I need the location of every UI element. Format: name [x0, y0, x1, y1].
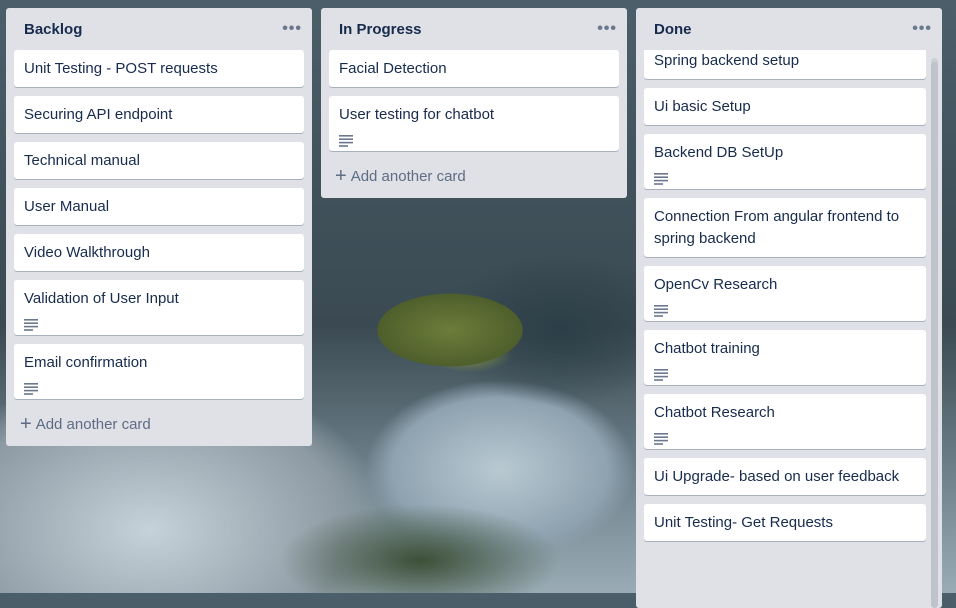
card[interactable]: Chatbot Research — [644, 394, 926, 449]
card[interactable]: Technical manual — [14, 142, 304, 179]
card[interactable]: User Manual — [14, 188, 304, 225]
card[interactable]: Facial Detection — [329, 50, 619, 87]
add-card-button[interactable]: + Add another card — [6, 408, 312, 446]
list-title[interactable]: Backlog — [24, 21, 82, 38]
description-icon — [654, 170, 668, 185]
card-title: Chatbot Research — [654, 404, 775, 421]
card[interactable]: Connection From angular frontend to spri… — [644, 198, 926, 257]
card-scroll-area[interactable]: Spring backend setup Ui basic Setup Backen… — [636, 50, 942, 608]
card-title: Email confirmation — [24, 354, 148, 371]
card[interactable]: OpenCv Research — [644, 266, 926, 321]
list-header: Done ••• — [636, 8, 942, 50]
plus-icon: + — [335, 165, 347, 187]
list-title[interactable]: In Progress — [339, 21, 422, 38]
add-card-label: Add another card — [35, 415, 151, 433]
card-title: User Manual — [24, 198, 110, 215]
description-icon — [654, 366, 668, 381]
list-header: In Progress ••• — [321, 8, 627, 50]
list-done: Done ••• Spring backend setup Ui basic Se… — [636, 8, 942, 608]
card[interactable]: Unit Testing - POST requests — [14, 50, 304, 87]
card[interactable]: Video Walkthrough — [14, 234, 304, 271]
card-title: Technical manual — [24, 152, 140, 169]
description-icon — [24, 316, 38, 331]
card-list: Facial Detection User testing for chatbot — [321, 50, 627, 151]
card[interactable]: Chatbot training — [644, 330, 926, 385]
card[interactable]: Ui basic Setup — [644, 88, 926, 125]
description-icon — [654, 302, 668, 317]
card-title: Unit Testing - POST requests — [24, 60, 218, 77]
list-backlog: Backlog ••• Unit Testing - POST requests… — [6, 8, 312, 446]
plus-icon: + — [20, 413, 32, 435]
card-title: Spring backend setup — [654, 52, 800, 69]
card[interactable]: Ui Upgrade- based on user feedback — [644, 458, 926, 495]
card-title: User testing for chatbot — [339, 106, 495, 123]
scrollbar[interactable] — [931, 58, 938, 608]
card-title: Video Walkthrough — [24, 244, 150, 261]
card[interactable]: Validation of User Input — [14, 280, 304, 335]
more-icon[interactable]: ••• — [912, 20, 932, 38]
list-title[interactable]: Done — [654, 21, 692, 38]
add-card-button[interactable]: + Add another card — [321, 160, 627, 198]
card-title: Unit Testing- Get Requests — [654, 514, 833, 531]
card-title: Ui Upgrade- based on user feedback — [654, 468, 900, 485]
list-in-progress: In Progress ••• Facial Detection User tes… — [321, 8, 627, 198]
card-title: Connection From angular frontend to spri… — [654, 208, 900, 247]
card-title: OpenCv Research — [654, 276, 778, 293]
list-header: Backlog ••• — [6, 8, 312, 50]
card[interactable]: Unit Testing- Get Requests — [644, 504, 926, 541]
description-icon — [654, 430, 668, 445]
card-title: Chatbot training — [654, 340, 760, 357]
card[interactable]: User testing for chatbot — [329, 96, 619, 151]
card[interactable]: Email confirmation — [14, 344, 304, 399]
card-title: Facial Detection — [339, 60, 447, 77]
add-card-label: Add another card — [350, 167, 466, 185]
card-title: Securing API endpoint — [24, 106, 173, 123]
card-list: Unit Testing - POST requests Securing API… — [6, 50, 312, 399]
card[interactable]: Spring backend setup — [644, 50, 926, 79]
card[interactable]: Securing API endpoint — [14, 96, 304, 133]
more-icon[interactable]: ••• — [282, 20, 302, 38]
description-icon — [24, 380, 38, 395]
description-icon — [339, 132, 353, 147]
card[interactable]: Backend DB SetUp — [644, 134, 926, 189]
card-title: Validation of User Input — [24, 290, 179, 307]
card-list: Spring backend setup Ui basic Setup Backen… — [636, 50, 942, 541]
card-title: Ui basic Setup — [654, 98, 751, 115]
more-icon[interactable]: ••• — [597, 20, 617, 38]
scrollbar-thumb[interactable] — [931, 62, 938, 608]
card-title: Backend DB SetUp — [654, 144, 784, 161]
